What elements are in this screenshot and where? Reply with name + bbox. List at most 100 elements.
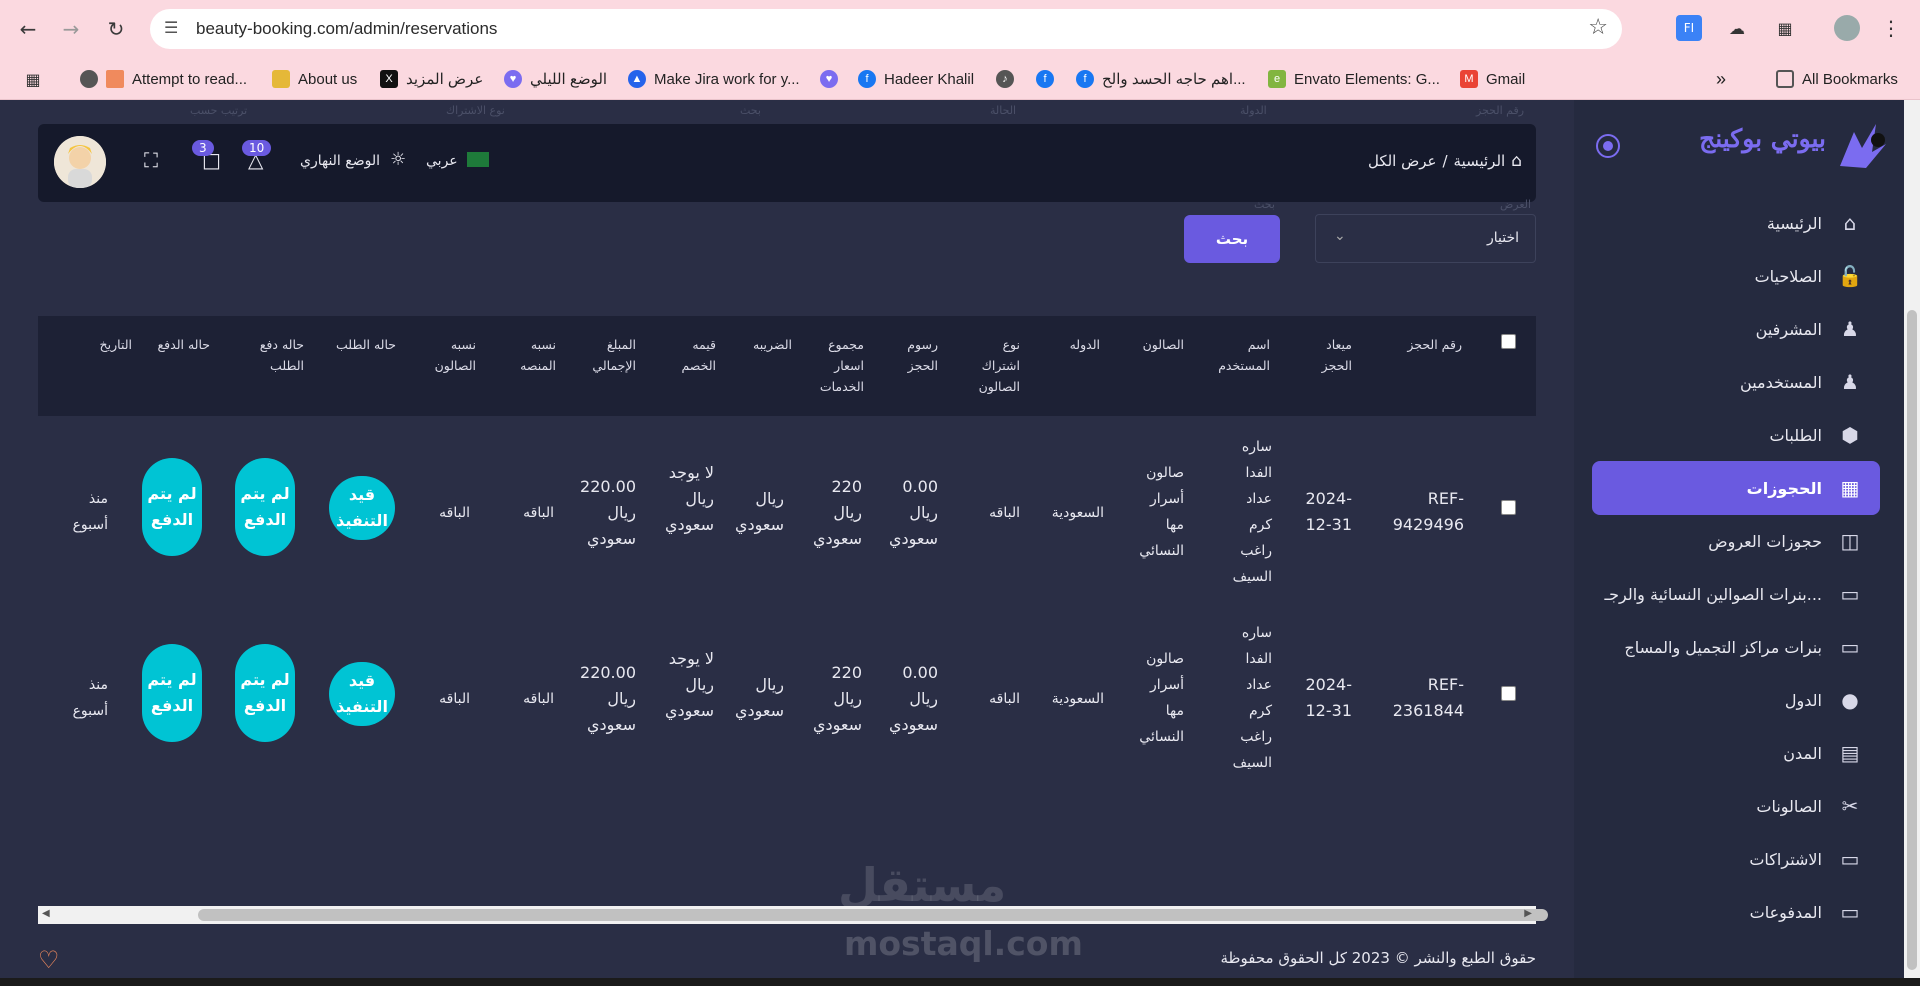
fullscreen-icon[interactable]: ⛶ [144, 148, 158, 172]
gmail-icon: M [1460, 70, 1478, 88]
sidebar-item-subscriptions[interactable]: ▭ الاشتراكات [1592, 834, 1880, 884]
sidebar-item-label: بنرات مراكز التجميل والمساج [1624, 637, 1822, 657]
horizontal-scrollbar[interactable]: ◀ ▶ [38, 906, 1548, 924]
sidebar-item-center-banners[interactable]: ▭ بنرات مراكز التجميل والمساج [1592, 622, 1880, 672]
header-ref: رقم الحجز [1407, 337, 1462, 352]
ghost-label: رقم الحجز [1476, 104, 1525, 117]
heart-icon[interactable]: ♡ [38, 946, 60, 974]
site-settings-icon[interactable]: ☰ [164, 18, 186, 40]
facebook-icon: f [858, 70, 876, 88]
table-row[interactable]: REF-9429496 2024-12-31 ساره الفدا عداد ك… [38, 416, 1536, 602]
search-button[interactable]: بحث [1184, 215, 1280, 263]
sidebar-item-payments[interactable]: ▭ المدفوعات [1592, 887, 1880, 937]
envato-icon: e [1268, 70, 1286, 88]
table-row[interactable]: REF-2361844 2024-12-31 ساره الفدا عداد ك… [38, 602, 1536, 788]
breadcrumb: عرض الكل / الرئيسية ⌂ [1368, 151, 1522, 171]
back-icon[interactable]: ← [12, 13, 44, 45]
breadcrumb-current[interactable]: عرض الكل [1368, 152, 1437, 170]
sidebar-item-users[interactable]: ♟ المستخدمين [1592, 357, 1880, 407]
bookmark-item[interactable]: ▲ Make Jira work for y... [628, 66, 800, 92]
bookmark-item[interactable]: ♥ [820, 66, 846, 92]
sidebar-item-home[interactable]: ⌂ الرئيسية [1592, 198, 1880, 248]
messages-badge: 3 [192, 140, 214, 156]
bookmark-item[interactable]: f Hadeer Khalil [858, 66, 974, 92]
bookmark-item[interactable]: e Envato Elements: G... [1268, 66, 1440, 92]
cell-created: منذ أسبوع [72, 491, 108, 533]
brand-name: بيوتي بوكينج [1699, 124, 1826, 153]
row-checkbox[interactable] [1501, 500, 1516, 515]
extensions-icon[interactable]: ▦ [1772, 15, 1798, 41]
bookmark-item[interactable]: Attempt to read... [80, 66, 247, 92]
monitor-icon: ▭ [1840, 635, 1860, 659]
atlassian-icon: ▲ [628, 70, 646, 88]
header-discount: قيمه الخصم [681, 337, 716, 373]
forward-icon[interactable]: → [55, 13, 87, 45]
order-status-badge: قيد التنفيذ [329, 476, 395, 540]
sidebar-item-orders[interactable]: ⬢ الطلبات [1592, 410, 1880, 460]
bookmark-item[interactable]: ♥ الوضع الليلي [504, 66, 607, 92]
bookmark-item[interactable]: All Bookmarks [1776, 66, 1898, 92]
sidebar-item-offer-reservations[interactable]: ◫ حجوزات العروض [1592, 516, 1880, 566]
bookmark-item[interactable]: ♪ [996, 66, 1022, 92]
bookmark-item[interactable]: About us [272, 66, 357, 92]
cell-salon-share: الباقه [439, 691, 470, 707]
sidebar-item-label: الرئيسية [1766, 213, 1822, 233]
sidebar-item-supervisors[interactable]: ♟ المشرفين [1592, 304, 1880, 354]
language-label[interactable]: عربي [426, 153, 458, 169]
apps-icon[interactable]: ▦ [20, 66, 46, 92]
os-taskbar [0, 978, 1920, 986]
copyright-text: حقوق الطبع والنشر © 2023 كل الحقوق محفوظ… [1220, 949, 1536, 967]
tiktok-icon: ♪ [996, 70, 1014, 88]
sidebar-item-label: المشرفين [1755, 319, 1822, 339]
search-label: بحث [1254, 198, 1275, 211]
row-checkbox[interactable] [1501, 686, 1516, 701]
bookmark-label: Gmail [1486, 70, 1526, 88]
header-date: التاريخ [99, 337, 132, 352]
select-label: العرض [1500, 198, 1532, 211]
cell-user: ساره الفدا عداد كرم راغب السيف [1232, 625, 1272, 771]
theme-toggle-label[interactable]: الوضع النهاري [300, 153, 380, 169]
users-icon: ♟ [1841, 317, 1859, 341]
scroll-right-icon[interactable]: ▶ [1524, 908, 1532, 919]
sun-icon[interactable]: ☼ [390, 149, 406, 170]
bookmark-item[interactable]: f اهم حاجه الحسد والح... [1076, 66, 1246, 92]
reservations-table: رقم الحجز ميعاد الحجز اسم المستخدم الصال… [38, 316, 1536, 906]
display-select[interactable]: اختيار ⌄ [1315, 214, 1536, 263]
scrollbar-thumb[interactable] [198, 909, 1548, 921]
sidebar-item-salons[interactable]: ✂ الصالونات [1592, 781, 1880, 831]
vertical-scrollbar[interactable] [1904, 100, 1920, 986]
header-subscription: نوع اشتراك الصالون [978, 337, 1020, 394]
reload-icon[interactable]: ↻ [100, 13, 132, 45]
cell-booking-date: 2024-12-31 [1305, 489, 1353, 534]
sidebar-item-reservations[interactable]: ▦ الحجوزات [1592, 461, 1880, 515]
select-all-checkbox[interactable] [1501, 334, 1516, 349]
sidebar-item-salon-banners[interactable]: ▭ بنرات الصوالين النسائية والرجـ... [1592, 569, 1880, 619]
home-icon[interactable]: ⌂ [1511, 151, 1522, 171]
avatar[interactable] [54, 136, 106, 188]
sidebar-item-permissions[interactable]: 🔓 الصلاحيات [1592, 251, 1880, 301]
sidebar-item-cities[interactable]: ▤ المدن [1592, 728, 1880, 778]
address-bar[interactable]: ☰ beauty-booking.com/admin/reservations … [150, 9, 1622, 49]
profile-icon[interactable] [1834, 15, 1860, 41]
bookmark-star-icon[interactable]: ☆ [1588, 15, 1608, 40]
cloud-extension-icon[interactable]: ☁ [1724, 15, 1750, 41]
scroll-left-icon[interactable]: ◀ [42, 908, 50, 919]
browser-toolbar: ← → ↻ ☰ beauty-booking.com/admin/reserva… [0, 0, 1920, 58]
ghost-label: بحث [740, 104, 761, 117]
cell-fee: 0.00 ريال سعودي [888, 663, 938, 734]
bookmark-label: الوضع الليلي [530, 71, 608, 88]
scrollbar-thumb[interactable] [1907, 310, 1917, 970]
breadcrumb-home[interactable]: الرئيسية [1454, 152, 1506, 170]
translate-extension-icon[interactable]: FI [1676, 15, 1702, 41]
more-bookmarks-icon[interactable]: » [1716, 66, 1726, 92]
bookmark-item[interactable]: M Gmail [1460, 66, 1525, 92]
top-bar: عرض الكل / الرئيسية ⌂ ⛶ □ 3 △ 10 الوضع ا… [38, 124, 1536, 202]
watermark-latin: mostaql.com [844, 924, 1083, 963]
header-platform-share: نسبه المنصه [520, 337, 556, 373]
menu-icon[interactable]: ⋮ [1878, 15, 1904, 41]
bookmark-item[interactable]: X عرض المزيد [380, 66, 483, 92]
sidebar-toggle-icon[interactable] [1596, 134, 1620, 158]
sidebar-item-countries[interactable]: ● الدول [1592, 675, 1880, 725]
bookmark-item[interactable]: f [1036, 66, 1062, 92]
cell-platform-share: الباقه [523, 691, 554, 707]
